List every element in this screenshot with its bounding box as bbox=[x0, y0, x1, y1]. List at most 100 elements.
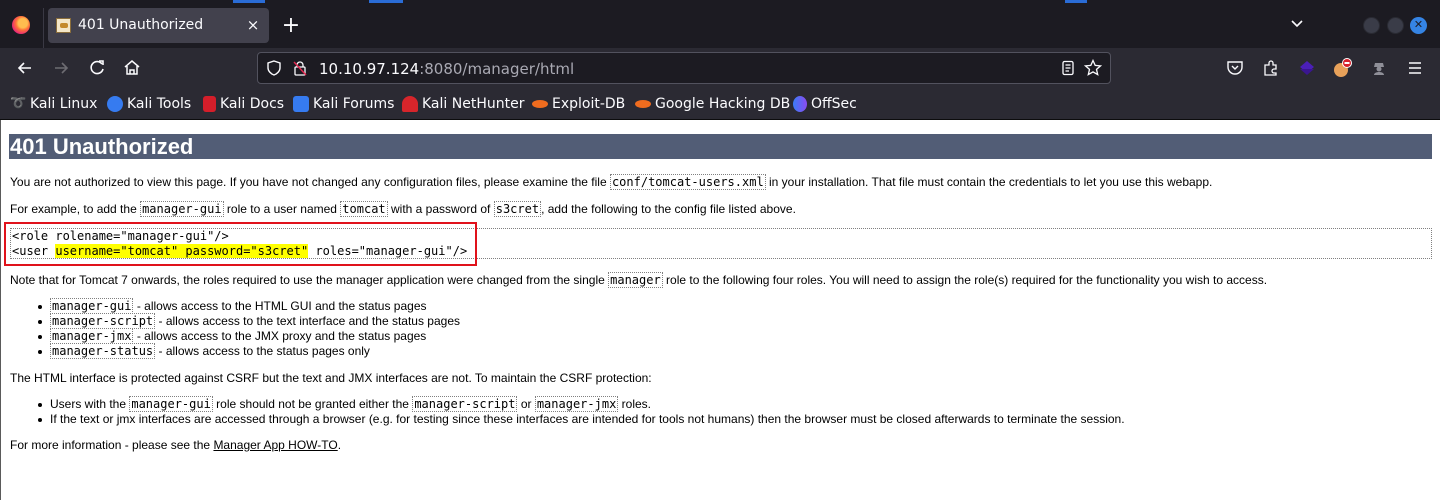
app-menu-button[interactable] bbox=[1403, 56, 1427, 80]
bookmark-kali-linux[interactable]: ➰ Kali Linux bbox=[10, 94, 97, 114]
spy-extension-icon bbox=[1374, 63, 1384, 75]
nethunter-icon bbox=[402, 96, 418, 112]
bookmark-label: Kali Linux bbox=[30, 96, 98, 112]
workspace-indicator bbox=[369, 0, 403, 3]
reader-view-icon[interactable] bbox=[1060, 60, 1076, 76]
paragraph-not-authorized: You are not authorized to view this page… bbox=[10, 174, 1213, 190]
tab-separator bbox=[43, 8, 44, 48]
list-all-tabs-button[interactable] bbox=[1288, 17, 1306, 35]
hamburger-menu-icon bbox=[1409, 62, 1421, 74]
reload-button[interactable] bbox=[85, 56, 109, 80]
layers-extension-icon bbox=[1300, 61, 1314, 75]
page-title: 401 Unauthorized bbox=[9, 134, 1432, 159]
exploit-db-icon bbox=[532, 100, 548, 108]
kali-forums-icon bbox=[293, 96, 309, 112]
forward-button[interactable] bbox=[49, 56, 73, 80]
bookmarks-toolbar: ➰ Kali Linux Kali Tools Kali Docs Kali F… bbox=[0, 88, 1440, 120]
code-config-file: conf/tomcat-users.xml bbox=[609, 174, 766, 190]
code-role: manager-gui bbox=[140, 201, 224, 217]
tracking-shield-icon[interactable] bbox=[266, 60, 282, 76]
code-role: manager-script bbox=[50, 313, 156, 329]
bookmark-label: Exploit-DB bbox=[552, 96, 626, 112]
close-window-button[interactable]: ✕ bbox=[1410, 17, 1427, 34]
bookmark-google-hacking-db[interactable]: Google Hacking DB bbox=[635, 94, 790, 114]
text: role should not be granted either the bbox=[212, 397, 413, 411]
extension-spy-button[interactable] bbox=[1367, 56, 1391, 80]
navigation-toolbar: 10.10.97.124:8080/manager/html bbox=[0, 48, 1440, 88]
foxy-extension-icon bbox=[1334, 58, 1352, 77]
code-role: manager-jmx bbox=[534, 396, 619, 412]
minimize-window-button[interactable] bbox=[1363, 17, 1380, 34]
annotation-box bbox=[4, 222, 477, 266]
tab-401-unauthorized[interactable]: 401 Unauthorized × bbox=[48, 8, 269, 43]
list-item: Users with the manager-gui role should n… bbox=[38, 396, 1125, 412]
text: in your installation. That file must con… bbox=[765, 175, 1213, 189]
kali-dragon-icon: ➰ bbox=[10, 96, 27, 111]
close-tab-button[interactable]: × bbox=[243, 15, 263, 35]
firefox-logo-icon[interactable] bbox=[12, 16, 30, 34]
paragraph-csrf: The HTML interface is protected against … bbox=[10, 371, 652, 385]
tab-title: 401 Unauthorized bbox=[78, 17, 204, 33]
code-role: manager-gui bbox=[50, 298, 134, 314]
roles-list: manager-gui - allows access to the HTML … bbox=[38, 298, 460, 359]
bookmark-kali-tools[interactable]: Kali Tools bbox=[107, 94, 191, 114]
url-path: :8080/manager/html bbox=[419, 60, 575, 78]
paragraph-more-info: For more information - please see the Ma… bbox=[10, 438, 341, 452]
new-tab-button[interactable]: + bbox=[280, 15, 302, 37]
bookmark-kali-nethunter[interactable]: Kali NetHunter bbox=[402, 94, 524, 114]
puzzle-icon bbox=[1264, 60, 1277, 76]
pocket-icon bbox=[1227, 61, 1243, 75]
text: Users with the bbox=[50, 397, 130, 411]
text: - allows access to the HTML GUI and the … bbox=[133, 299, 427, 313]
list-item: manager-gui - allows access to the HTML … bbox=[38, 298, 460, 314]
list-item: manager-jmx - allows access to the JMX p… bbox=[38, 328, 460, 344]
manager-app-howto-link[interactable]: Manager App HOW-TO bbox=[213, 438, 337, 452]
insecure-lock-icon[interactable] bbox=[292, 60, 308, 76]
extensions-button[interactable] bbox=[1259, 56, 1283, 80]
text: - allows access to the JMX proxy and the… bbox=[133, 329, 427, 343]
text: or bbox=[517, 397, 535, 411]
home-button[interactable] bbox=[120, 56, 144, 80]
tomcat-favicon-icon bbox=[56, 18, 71, 33]
bookmark-exploit-db[interactable]: Exploit-DB bbox=[532, 94, 625, 114]
workspace-indicator bbox=[233, 0, 265, 3]
arrow-left-icon bbox=[17, 62, 31, 74]
extension-layers-button[interactable] bbox=[1295, 56, 1319, 80]
url-bar[interactable]: 10.10.97.124:8080/manager/html bbox=[257, 52, 1111, 84]
kali-docs-icon bbox=[203, 96, 216, 112]
pocket-button[interactable] bbox=[1223, 56, 1247, 80]
text: - allows access to the text interface an… bbox=[155, 314, 460, 328]
tab-bar: 401 Unauthorized × + ✕ bbox=[0, 4, 1440, 48]
text: - allows access to the status pages only bbox=[155, 344, 370, 358]
text: Note that for Tomcat 7 onwards, the role… bbox=[10, 273, 609, 287]
text: For example, to add the bbox=[10, 202, 141, 216]
paragraph-tomcat7-note: Note that for Tomcat 7 onwards, the role… bbox=[10, 272, 1268, 288]
url-host: 10.10.97.124 bbox=[319, 60, 420, 78]
code-role: manager-status bbox=[50, 343, 156, 359]
home-icon bbox=[124, 60, 140, 75]
bookmark-offsec[interactable]: OffSec bbox=[793, 94, 857, 114]
paragraph-example: For example, to add the manager-gui role… bbox=[10, 201, 796, 217]
bookmark-label: OffSec bbox=[811, 96, 857, 112]
code-manager-role: manager bbox=[608, 272, 663, 288]
reload-icon bbox=[90, 60, 104, 75]
url-text[interactable]: 10.10.97.124:8080/manager/html bbox=[319, 60, 574, 78]
maximize-window-button[interactable] bbox=[1387, 17, 1404, 34]
chevron-down-icon bbox=[1291, 20, 1303, 28]
list-item: If the text or jmx interfaces are access… bbox=[38, 412, 1125, 426]
code-role: manager-script bbox=[412, 396, 518, 412]
code-role: manager-jmx bbox=[50, 328, 134, 344]
bookmark-label: Kali Tools bbox=[127, 96, 192, 112]
bookmark-kali-docs[interactable]: Kali Docs bbox=[203, 94, 284, 114]
text: with a password of bbox=[387, 202, 494, 216]
arrow-right-icon bbox=[55, 62, 69, 74]
text: role to the following four roles. You wi… bbox=[662, 273, 1268, 287]
star-icon[interactable] bbox=[1084, 59, 1102, 77]
kali-tools-icon bbox=[107, 96, 123, 112]
csrf-list: Users with the manager-gui role should n… bbox=[38, 396, 1125, 427]
bookmark-kali-forums[interactable]: Kali Forums bbox=[293, 94, 394, 114]
back-button[interactable] bbox=[13, 56, 37, 80]
extension-foxyproxy-button[interactable] bbox=[1331, 56, 1355, 80]
text: You are not authorized to view this page… bbox=[10, 175, 610, 189]
workspace-indicator bbox=[1065, 0, 1087, 3]
